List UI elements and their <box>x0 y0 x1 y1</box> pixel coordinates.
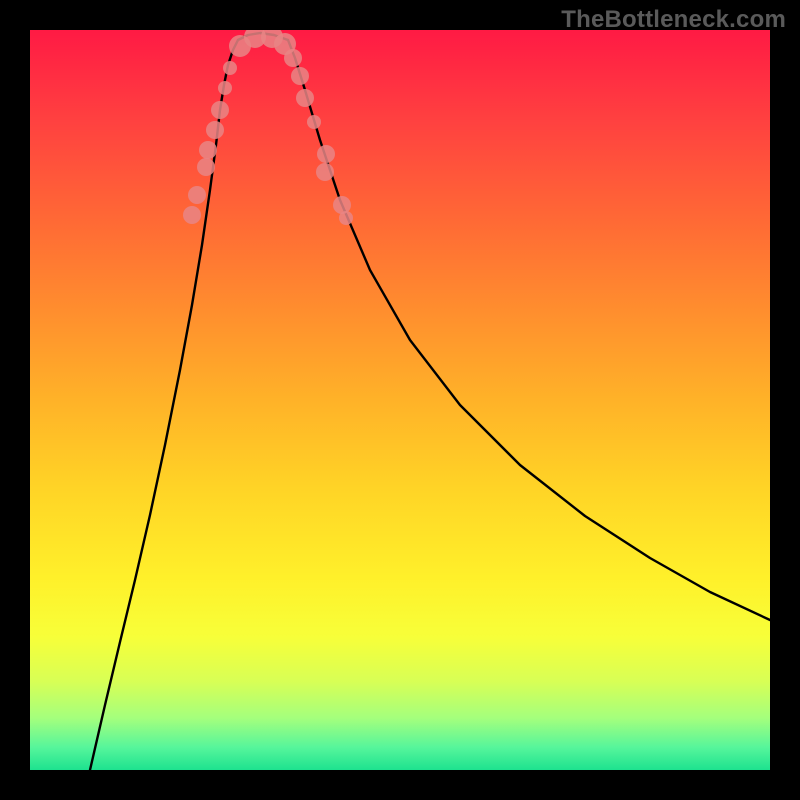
chart-frame: TheBottleneck.com <box>0 0 800 800</box>
highlight-dot <box>211 101 229 119</box>
curve-layer <box>30 30 770 770</box>
highlight-dot <box>316 163 334 181</box>
highlight-dot <box>284 49 302 67</box>
highlight-dot <box>199 141 217 159</box>
curve-right-branch <box>288 40 770 620</box>
highlight-dot <box>296 89 314 107</box>
highlight-dot <box>291 67 309 85</box>
highlight-dot <box>317 145 335 163</box>
highlight-dot <box>223 61 237 75</box>
watermark-text: TheBottleneck.com <box>561 6 786 34</box>
highlight-dot <box>218 81 232 95</box>
highlight-dot <box>188 186 206 204</box>
plot-area <box>30 30 770 770</box>
highlight-dot <box>307 115 321 129</box>
highlight-dot <box>339 211 353 225</box>
highlight-dot <box>197 158 215 176</box>
highlight-dot <box>183 206 201 224</box>
highlight-dot <box>206 121 224 139</box>
highlight-dot <box>333 196 351 214</box>
